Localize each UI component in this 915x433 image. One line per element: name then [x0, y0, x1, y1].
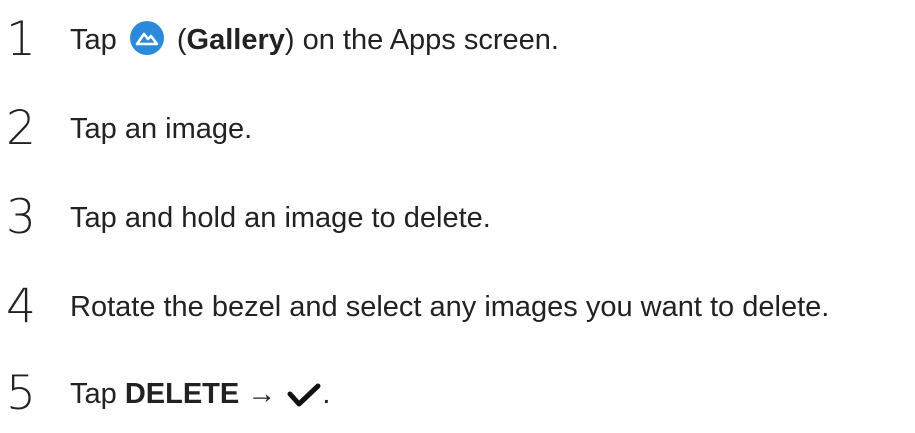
step-text: Rotate the bezel and select any images y… [70, 291, 830, 323]
step-text: Tap DELETE → . [70, 364, 330, 424]
step-number: 2 [6, 101, 36, 156]
arrow-icon: → [239, 378, 285, 410]
step-number: 1 [6, 12, 36, 67]
step-number: 3 [6, 190, 36, 245]
step-text-prefix: Tap [70, 378, 125, 410]
step-text-paren: ( [168, 24, 187, 56]
delete-label: DELETE [124, 378, 240, 410]
step-text: Tap and hold an image to delete. [70, 202, 491, 234]
step-number: 5 [6, 366, 36, 421]
step-1: 1 Tap (Gallery) on the Apps screen. [0, 10, 915, 70]
step-text: Tap (Gallery) on the Apps screen. [70, 10, 559, 70]
step-number: 4 [6, 279, 36, 334]
gallery-label: Gallery [186, 24, 285, 56]
step-5: 5 Tap DELETE → . [0, 364, 915, 424]
step-4: 4 Rotate the bezel and select any images… [0, 277, 915, 337]
step-text-suffix: . [322, 378, 331, 410]
gallery-icon [129, 17, 165, 55]
checkmark-icon [286, 371, 322, 407]
step-3: 3 Tap and hold an image to delete. [0, 188, 915, 248]
step-text-suffix: ) on the Apps screen. [284, 24, 559, 56]
step-text-prefix: Tap [70, 24, 125, 56]
step-2: 2 Tap an image. [0, 99, 915, 159]
step-text: Tap an image. [70, 113, 253, 145]
